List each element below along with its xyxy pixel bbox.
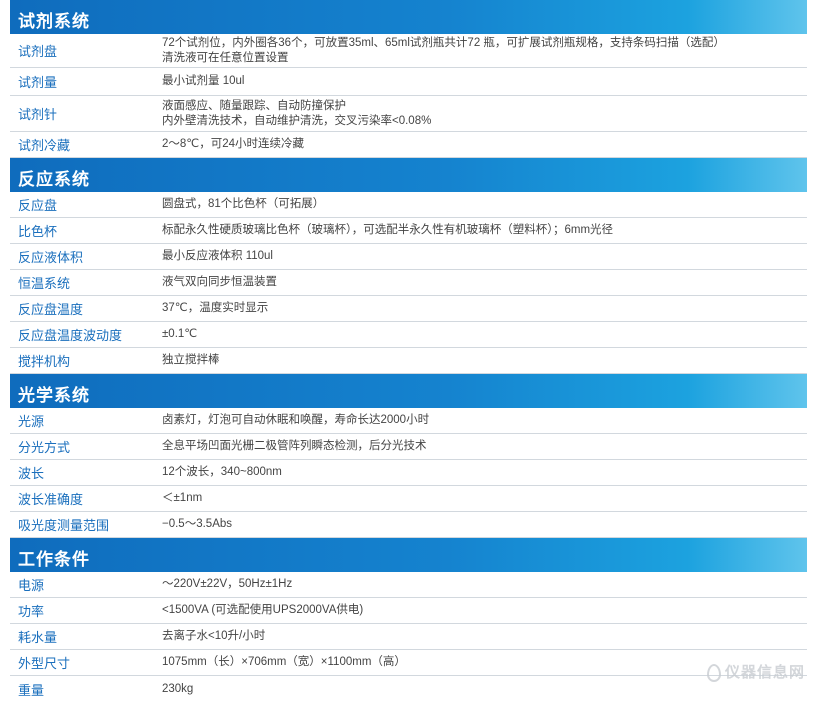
table-row: 反应盘温度波动度 ±0.1℃ [10, 322, 807, 348]
row-value: 72个试剂位，内外圈各36个，可放置35ml、65ml试剂瓶共计72 瓶，可扩展… [162, 36, 725, 64]
table-row: 反应盘温度 37℃，温度实时显示 [10, 296, 807, 322]
table-row: 试剂针 液面感应、随量跟踪、自动防撞保护 内外壁清洗技术，自动维护清洗，交叉污染… [10, 96, 807, 132]
table-row: 吸光度测量范围 −0.5～3.5Abs [10, 512, 807, 538]
row-label: 外型尺寸 [18, 656, 71, 671]
table-row: 搅拌机构 独立搅拌棒 [10, 348, 807, 374]
table-row: 光源 卤素灯，灯泡可自动休眠和唤醒，寿命长达2000小时 [10, 408, 807, 434]
row-label: 反应盘温度波动度 [18, 328, 123, 343]
table-row: 比色杯 标配永久性硬质玻璃比色杯（玻璃杯），可选配半永久性有机玻璃杯（塑料杯）；… [10, 218, 807, 244]
row-label: 比色杯 [18, 224, 58, 239]
row-label: 耗水量 [18, 630, 58, 645]
row-label: 恒温系统 [18, 276, 71, 291]
row-label: 电源 [18, 578, 45, 593]
row-value: 最小反应液体积 110ul [162, 250, 273, 262]
row-label: 波长准确度 [18, 492, 84, 507]
row-label: 反应盘温度 [18, 302, 84, 317]
row-label: 吸光度测量范围 [18, 518, 110, 533]
row-value: ±0.1℃ [162, 328, 198, 340]
row-label: 试剂冷藏 [18, 138, 71, 153]
table-row: 外型尺寸 1075mm（长）×706mm（宽）×1100mm（高） [10, 650, 807, 676]
row-value: 2～8℃，可24小时连续冷藏 [162, 138, 304, 150]
table-row: 反应盘 圆盘式，81个比色杯（可拓展） [10, 192, 807, 218]
table-row: 耗水量 去离子水<10升/小时 [10, 624, 807, 650]
table-row: 试剂冷藏 2～8℃，可24小时连续冷藏 [10, 132, 807, 158]
spec-table: 试剂系统 试剂盘 72个试剂位，内外圈各36个，可放置35ml、65ml试剂瓶共… [10, 0, 807, 702]
row-value: 全息平场凹面光栅二极管阵列瞬态检测，后分光技术 [162, 440, 427, 452]
row-label: 试剂针 [18, 107, 58, 122]
watermark: 仪器信息网 [706, 661, 805, 682]
table-row: 波长 12个波长，340~800nm [10, 460, 807, 486]
table-row: 试剂量 最小试剂量 10ul [10, 68, 807, 96]
table-row: 恒温系统 液气双向同步恒温装置 [10, 270, 807, 296]
row-label: 反应盘 [18, 198, 58, 213]
row-label: 分光方式 [18, 440, 71, 455]
row-label: 波长 [18, 466, 45, 481]
droplet-icon [706, 664, 721, 682]
row-value: 圆盘式，81个比色杯（可拓展） [162, 198, 325, 210]
row-label: 试剂盘 [18, 44, 58, 59]
row-value: 液面感应、随量跟踪、自动防撞保护 内外壁清洗技术，自动维护清洗，交叉污染率<0.… [162, 99, 432, 127]
section-header-reagent-system: 试剂系统 [10, 0, 807, 34]
row-value: 标配永久性硬质玻璃比色杯（玻璃杯），可选配半永久性有机玻璃杯（塑料杯）；6mm光… [162, 224, 614, 236]
row-value: 液气双向同步恒温装置 [162, 276, 277, 288]
row-value: <1500VA (可选配使用UPS2000VA供电) [162, 604, 364, 616]
row-value: 去离子水<10升/小时 [162, 630, 266, 642]
table-row: 反应液体积 最小反应液体积 110ul [10, 244, 807, 270]
table-row: 功率 <1500VA (可选配使用UPS2000VA供电) [10, 598, 807, 624]
table-row: 分光方式 全息平场凹面光栅二极管阵列瞬态检测，后分光技术 [10, 434, 807, 460]
row-label: 试剂量 [18, 75, 58, 90]
row-value: 独立搅拌棒 [162, 354, 220, 366]
table-row: 波长准确度 ＜±1nm [10, 486, 807, 512]
row-label: 搅拌机构 [18, 354, 71, 369]
row-value: 最小试剂量 10ul [162, 75, 245, 87]
table-row: 试剂盘 72个试剂位，内外圈各36个，可放置35ml、65ml试剂瓶共计72 瓶… [10, 34, 807, 68]
row-value: 卤素灯，灯泡可自动休眠和唤醒，寿命长达2000小时 [162, 414, 430, 426]
section-header-reaction-system: 反应系统 [10, 158, 807, 192]
row-value: ～220V±22V，50Hz±1Hz [162, 578, 293, 590]
row-value: ＜±1nm [162, 492, 203, 504]
row-value: 12个波长，340~800nm [162, 466, 282, 478]
section-header-optical-system: 光学系统 [10, 374, 807, 408]
table-row: 电源 ～220V±22V，50Hz±1Hz [10, 572, 807, 598]
row-value: −0.5～3.5Abs [162, 518, 233, 530]
row-label: 光源 [18, 414, 45, 429]
row-label: 重量 [18, 682, 45, 698]
section-header-working-conditions: 工作条件 [10, 538, 807, 572]
row-label: 功率 [18, 604, 45, 619]
row-value: 37℃，温度实时显示 [162, 302, 269, 314]
row-label: 反应液体积 [18, 250, 84, 265]
table-row: 重量 230kg [10, 676, 807, 702]
